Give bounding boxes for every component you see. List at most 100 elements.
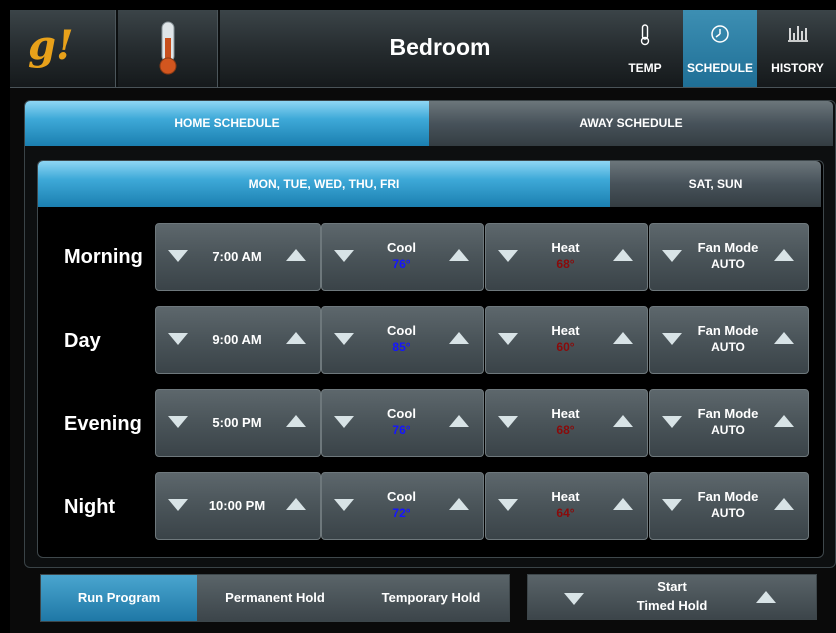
increase-arrow-icon[interactable]: [449, 415, 469, 427]
fan-mode-value: AUTO: [711, 257, 745, 271]
tab-weekdays[interactable]: MON, TUE, WED, THU, FRI: [38, 161, 610, 207]
thermometer-icon: [608, 24, 682, 51]
tab-home-schedule[interactable]: HOME SCHEDULE: [25, 101, 429, 146]
decrease-arrow-icon[interactable]: [334, 250, 354, 262]
increase-arrow-icon[interactable]: [449, 249, 469, 261]
cool-control: Cool 76°: [321, 389, 484, 457]
increase-arrow-icon[interactable]: [286, 498, 306, 510]
increase-arrow-icon[interactable]: [449, 332, 469, 344]
heat-control: Heat 60°: [485, 306, 648, 374]
cool-value: 72°: [392, 506, 411, 520]
cool-label: Cool: [387, 489, 416, 504]
fan-mode-control: Fan Mode AUTO: [649, 472, 809, 540]
decrease-arrow-icon[interactable]: [168, 416, 188, 428]
temporary-hold-button[interactable]: Temporary Hold: [353, 575, 509, 621]
increase-arrow-icon[interactable]: [774, 332, 794, 344]
increase-arrow-icon[interactable]: [774, 415, 794, 427]
tab-schedule[interactable]: SCHEDULE: [683, 10, 757, 87]
fan-mode-control: Fan Mode AUTO: [649, 306, 809, 374]
tab-temp[interactable]: TEMP: [608, 10, 682, 87]
increase-arrow-icon[interactable]: [756, 591, 776, 603]
hold-mode-selector: Run Program Permanent Hold Temporary Hol…: [40, 574, 510, 622]
cool-control: Cool 76°: [321, 223, 484, 291]
decrease-arrow-icon[interactable]: [334, 333, 354, 345]
heat-value: 64°: [556, 506, 575, 520]
run-program-button[interactable]: Run Program: [41, 575, 197, 621]
cool-label: Cool: [387, 323, 416, 338]
increase-arrow-icon[interactable]: [613, 498, 633, 510]
heat-value: 60°: [556, 340, 575, 354]
decrease-arrow-icon[interactable]: [498, 333, 518, 345]
decrease-arrow-icon[interactable]: [498, 250, 518, 262]
tab-weekend[interactable]: SAT, SUN: [610, 161, 821, 207]
time-value: 7:00 AM: [212, 249, 262, 264]
thermostat-button[interactable]: [118, 10, 220, 87]
app-logo: g!: [28, 22, 74, 69]
cool-value: 76°: [392, 423, 411, 437]
increase-arrow-icon[interactable]: [286, 332, 306, 344]
tab-away-schedule[interactable]: AWAY SCHEDULE: [429, 101, 833, 146]
increase-arrow-icon[interactable]: [449, 498, 469, 510]
tab-history[interactable]: HISTORY: [759, 10, 836, 87]
fan-mode-label: Fan Mode: [697, 323, 759, 338]
decrease-arrow-icon[interactable]: [662, 499, 682, 511]
heat-control: Heat 64°: [485, 472, 648, 540]
decrease-arrow-icon[interactable]: [662, 333, 682, 345]
time-control: 7:00 AM: [155, 223, 321, 291]
fan-mode-label: Fan Mode: [697, 489, 759, 504]
cool-control: Cool 72°: [321, 472, 484, 540]
decrease-arrow-icon[interactable]: [498, 499, 518, 511]
top-bar: g! Bedroom TEMP SCHEDULE HISTORY: [10, 10, 836, 88]
heat-label: Heat: [551, 406, 580, 421]
time-value: 5:00 PM: [212, 415, 262, 430]
time-value: 9:00 AM: [212, 332, 262, 347]
permanent-hold-button[interactable]: Permanent Hold: [197, 575, 353, 621]
decrease-arrow-icon[interactable]: [334, 499, 354, 511]
decrease-arrow-icon[interactable]: [662, 250, 682, 262]
cool-value: 76°: [392, 257, 411, 271]
time-control: 5:00 PM: [155, 389, 321, 457]
increase-arrow-icon[interactable]: [774, 498, 794, 510]
decrease-arrow-icon[interactable]: [168, 250, 188, 262]
increase-arrow-icon[interactable]: [613, 415, 633, 427]
heat-value: 68°: [556, 423, 575, 437]
heat-label: Heat: [551, 240, 580, 255]
fan-mode-value: AUTO: [711, 340, 745, 354]
schedule-type-tabs: HOME SCHEDULE AWAY SCHEDULE: [25, 101, 833, 146]
increase-arrow-icon[interactable]: [774, 249, 794, 261]
cool-control: Cool 85°: [321, 306, 484, 374]
fan-mode-label: Fan Mode: [697, 240, 759, 255]
fan-mode-value: AUTO: [711, 423, 745, 437]
decrease-arrow-icon[interactable]: [168, 499, 188, 511]
period-label: Day: [64, 330, 101, 352]
time-control: 9:00 AM: [155, 306, 321, 374]
logo-cell: g!: [10, 10, 118, 87]
heat-control: Heat 68°: [485, 223, 648, 291]
decrease-arrow-icon[interactable]: [334, 416, 354, 428]
thermometer-icon: [159, 21, 177, 75]
bar-chart-icon: [759, 24, 836, 47]
heat-label: Heat: [551, 489, 580, 504]
tab-history-label: HISTORY: [771, 61, 824, 75]
time-control: 10:00 PM: [155, 472, 321, 540]
increase-arrow-icon[interactable]: [286, 249, 306, 261]
cool-label: Cool: [387, 240, 416, 255]
tab-temp-label: TEMP: [628, 61, 662, 75]
room-title: Bedroom: [389, 34, 491, 60]
tab-schedule-label: SCHEDULE: [686, 61, 753, 75]
cool-label: Cool: [387, 406, 416, 421]
fan-mode-label: Fan Mode: [697, 406, 759, 421]
decrease-arrow-icon[interactable]: [662, 416, 682, 428]
period-label: Night: [64, 496, 116, 518]
day-group-tabs: MON, TUE, WED, THU, FRI SAT, SUN: [38, 161, 821, 207]
heat-control: Heat 68°: [485, 389, 648, 457]
decrease-arrow-icon[interactable]: [168, 333, 188, 345]
timed-hold-control[interactable]: Start Timed Hold: [527, 574, 817, 620]
increase-arrow-icon[interactable]: [613, 249, 633, 261]
decrease-arrow-icon[interactable]: [498, 416, 518, 428]
fan-mode-control: Fan Mode AUTO: [649, 389, 809, 457]
cool-value: 85°: [392, 340, 411, 354]
increase-arrow-icon[interactable]: [286, 415, 306, 427]
fan-mode-value: AUTO: [711, 506, 745, 520]
increase-arrow-icon[interactable]: [613, 332, 633, 344]
